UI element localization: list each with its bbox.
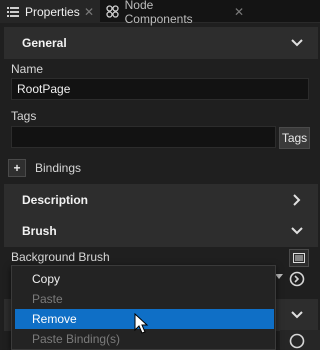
- tags-button[interactable]: Tags: [279, 127, 310, 149]
- tab-bar: Properties ✕ Node Components ✕: [0, 0, 320, 26]
- menu-item-copy[interactable]: Copy: [15, 269, 274, 289]
- reset-icon[interactable]: [289, 333, 305, 349]
- chevron-down-icon: [291, 311, 303, 319]
- components-icon: [106, 5, 120, 19]
- mouse-cursor-icon: [134, 312, 150, 335]
- menu-item-paste[interactable]: Paste: [15, 289, 274, 309]
- tab-properties-label: Properties: [25, 4, 80, 19]
- tags-field[interactable]: [11, 126, 276, 148]
- background-brush-label: Background Brush: [11, 250, 110, 264]
- name-label: Name: [11, 62, 44, 76]
- section-general-title: General: [22, 36, 67, 50]
- context-menu: Copy Paste Remove Paste Binding(s): [11, 265, 276, 350]
- tab-node-components[interactable]: Node Components ✕: [100, 0, 250, 26]
- reset-icon[interactable]: [289, 271, 305, 287]
- section-brush-title: Brush: [22, 224, 57, 238]
- chevron-down-icon: [291, 227, 303, 235]
- tab-node-components-label: Node Components: [124, 0, 193, 26]
- list-icon: [6, 5, 20, 19]
- tab-properties[interactable]: Properties ✕: [0, 0, 100, 23]
- section-general[interactable]: General: [4, 27, 318, 59]
- add-binding-button[interactable]: +: [8, 159, 26, 177]
- tags-label: Tags: [11, 109, 37, 123]
- chevron-right-icon: [293, 194, 301, 206]
- section-brush[interactable]: Brush: [4, 215, 318, 247]
- chevron-down-icon: [291, 39, 303, 47]
- close-icon[interactable]: ✕: [234, 5, 244, 19]
- name-field[interactable]: RootPage: [11, 78, 309, 100]
- brush-options-icon: [293, 253, 305, 263]
- close-icon[interactable]: ✕: [84, 5, 94, 19]
- brush-menu-button[interactable]: [289, 249, 309, 267]
- bindings-label: Bindings: [35, 161, 82, 175]
- dropdown-arrow-icon[interactable]: [275, 274, 283, 279]
- section-description[interactable]: Description: [4, 184, 318, 216]
- section-description-title: Description: [22, 193, 89, 207]
